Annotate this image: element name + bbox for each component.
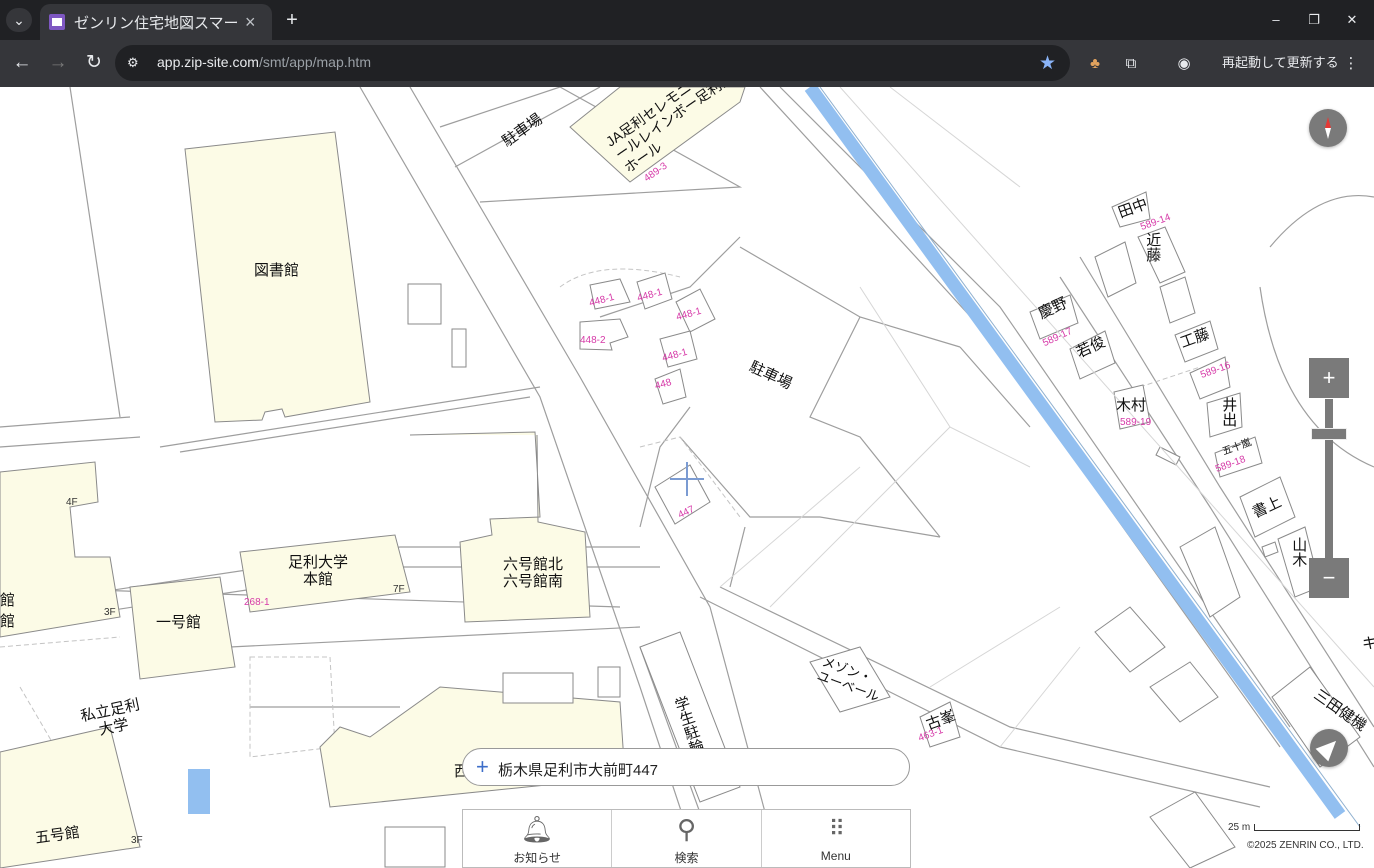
news-label: お知らせ <box>513 851 562 865</box>
zoom-slider-thumb[interactable] <box>1311 428 1347 440</box>
puzzle-icon[interactable]: ⧉ <box>1122 55 1140 73</box>
browser-toolbar: ← → ↻ ⚙ app.zip-site.com/smt/app/map.htm… <box>0 40 1374 87</box>
building-6-label: 六号館北 六号館南 <box>503 556 564 591</box>
ki-label: キ <box>1362 635 1374 652</box>
floor-7f: 7F <box>393 584 405 595</box>
menu-button[interactable]: ⠿ Menu <box>762 810 910 867</box>
crosshair-icon <box>686 462 688 496</box>
library-label: 図書館 <box>254 262 300 279</box>
floor-3f: 3F <box>104 607 116 618</box>
url-host: app.zip-site.com <box>157 54 259 70</box>
yama-label: 山木 <box>1290 537 1308 567</box>
search-button[interactable]: ⚲ 検索 <box>612 810 762 867</box>
reload-icon[interactable]: ↻ <box>82 51 106 75</box>
tab-active[interactable]: ゼンリン住宅地図スマー × <box>40 4 272 40</box>
menu-label: Menu <box>820 849 851 863</box>
address-search-box[interactable]: + 栃木県足利市大前町447 <box>462 748 910 786</box>
tab-title: ゼンリン住宅地図スマー <box>74 14 239 32</box>
location-arrow-shape <box>1315 734 1343 762</box>
new-tab-icon[interactable]: + <box>282 8 302 32</box>
close-icon[interactable]: × <box>245 12 256 33</box>
tab-strip: ⌄ ゼンリン住宅地図スマー × + – ❐ ✕ <box>0 0 1374 40</box>
kondo-label: 近藤 <box>1144 232 1162 262</box>
floor-4f: 4F <box>66 497 78 508</box>
compass-icon[interactable] <box>1309 109 1347 147</box>
minimize-button[interactable]: – <box>1265 10 1287 30</box>
relaunch-button[interactable]: 再起動して更新する <box>1210 46 1370 80</box>
address-bar[interactable]: ⚙ app.zip-site.com/smt/app/map.htm ★ <box>115 45 1070 81</box>
tab-menu-icon[interactable]: ⌄ <box>6 8 32 32</box>
extension-icon[interactable]: ♣ <box>1086 55 1104 73</box>
copyright: ©2025 ZENRIN CO., LTD. <box>1247 840 1364 851</box>
map-canvas[interactable]: 図書館 駐車場 JA足利セレモニーホールレインボー足利西ホール 駐車場 足利大学… <box>0 87 1374 868</box>
forward-icon[interactable]: → <box>46 51 70 75</box>
scale-bar <box>1254 824 1360 831</box>
zoom-out-button[interactable]: − <box>1309 558 1349 598</box>
main-building-label: 足利大学 本館 <box>288 554 349 589</box>
ide-label: 井出 <box>1220 397 1238 427</box>
grid-icon: ⠿ <box>828 816 845 841</box>
plus-icon[interactable]: + <box>476 755 489 779</box>
news-button[interactable]: 🔔︎ お知らせ <box>463 810 613 867</box>
kan-label: 館 <box>0 592 16 609</box>
location-arrow-icon[interactable] <box>1310 729 1348 767</box>
profile-icon[interactable]: ◉ <box>1175 55 1193 73</box>
site-info-icon[interactable]: ⚙ <box>127 55 143 71</box>
url-path: /smt/app/map.htm <box>258 54 371 70</box>
scale-label: 25 m <box>1228 822 1251 833</box>
close-window-button[interactable]: ✕ <box>1341 10 1363 30</box>
zoom-in-button[interactable]: + <box>1309 358 1349 398</box>
floor-3f: 3F <box>131 835 143 846</box>
url-text[interactable]: app.zip-site.com/smt/app/map.htm <box>157 54 371 70</box>
bottom-navigation: 🔔︎ お知らせ ⚲ 検索 ⠿ Menu <box>462 809 911 868</box>
kan-label-2: 館 <box>0 613 16 630</box>
star-icon[interactable]: ★ <box>1039 52 1056 75</box>
search-label: 検索 <box>674 851 699 865</box>
favicon-icon <box>49 14 65 30</box>
bell-icon: 🔔︎ <box>520 814 554 844</box>
address-text: 栃木県足利市大前町447 <box>498 762 659 779</box>
building-1-label: 一号館 <box>156 614 202 631</box>
search-icon: ⚲ <box>676 814 697 844</box>
restore-button[interactable]: ❐ <box>1303 10 1325 30</box>
parcel-268-1: 268-1 <box>244 597 270 608</box>
back-icon[interactable]: ← <box>10 51 34 75</box>
parcel-448-2: 448-2 <box>580 335 606 346</box>
kimura-label: 木村 <box>1116 397 1147 414</box>
parcel-589-19: 589-19 <box>1120 417 1152 428</box>
zoom-slider-track[interactable] <box>1325 399 1333 559</box>
